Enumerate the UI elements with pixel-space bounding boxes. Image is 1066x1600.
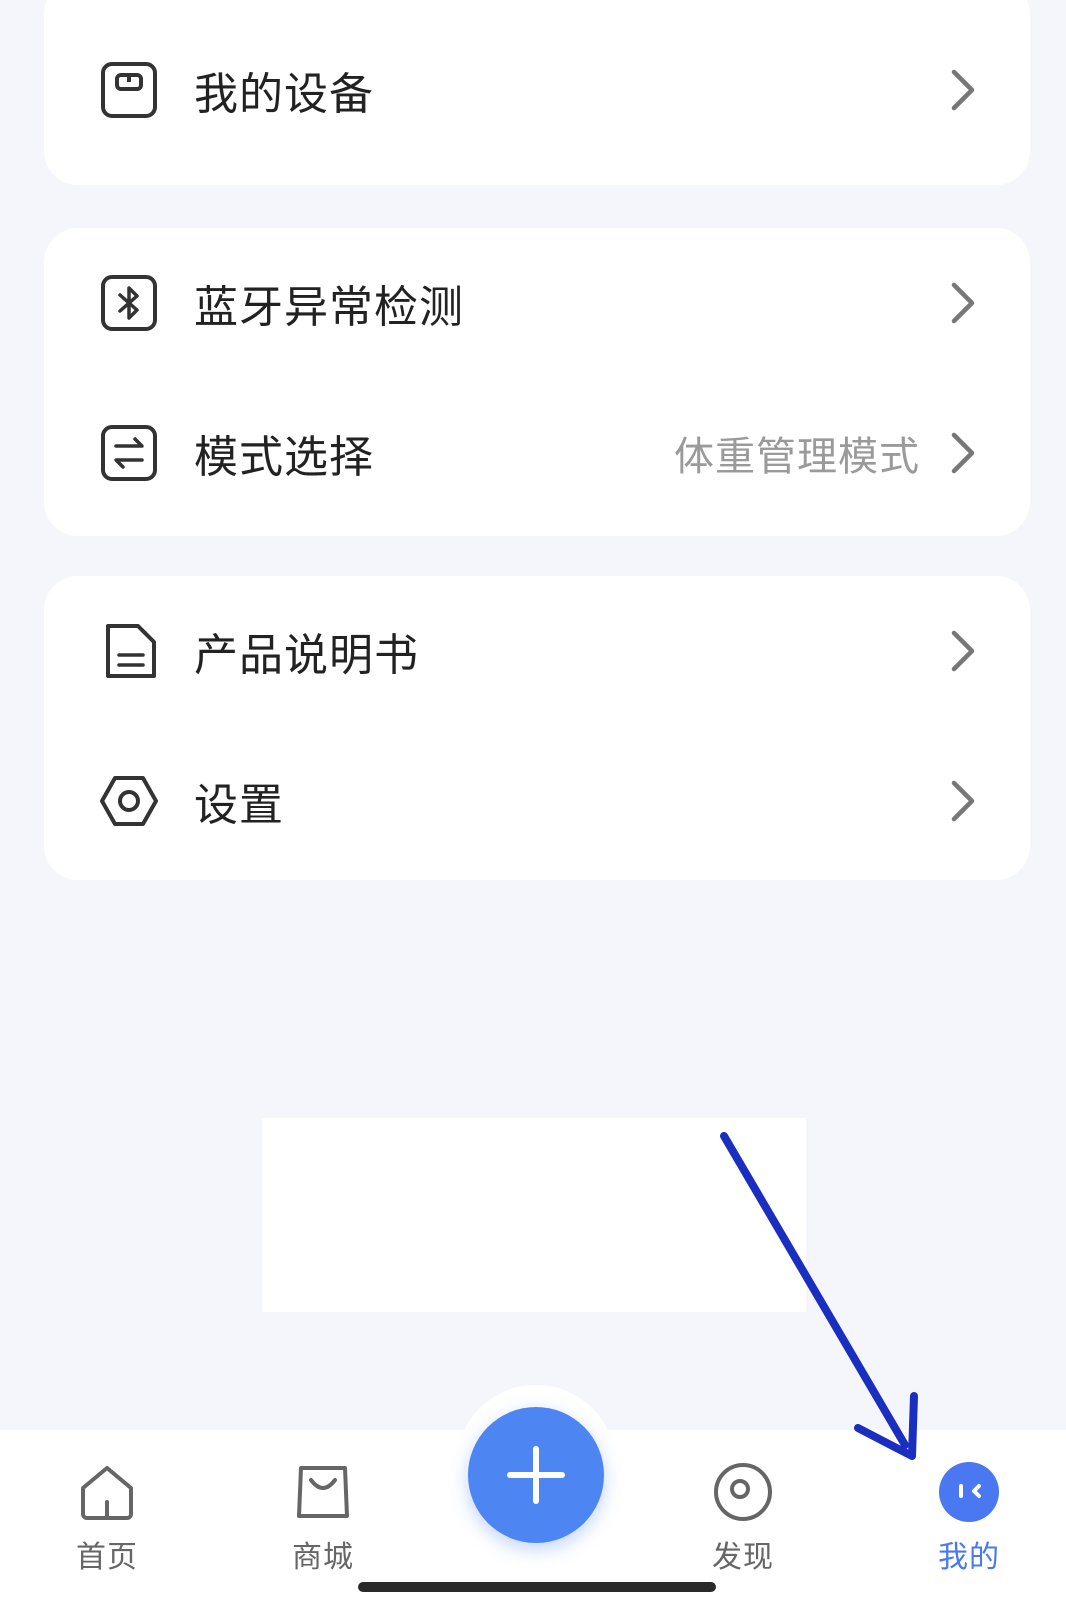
menu-label-my-devices: 我的设备	[194, 69, 374, 120]
card-general: 产品说明书 设置	[44, 576, 1030, 880]
chevron-right-icon	[946, 779, 980, 823]
banner-placeholder	[262, 1118, 806, 1312]
tab-discover[interactable]: 发现	[688, 1460, 798, 1576]
face-avatar-icon	[939, 1462, 999, 1522]
tab-mall[interactable]: 商城	[268, 1460, 378, 1576]
card-device-options: 蓝牙异常检测 模式选择 体重管理模式	[44, 228, 1030, 536]
compass-icon	[714, 1463, 772, 1521]
menu-item-mode-select[interactable]: 模式选择 体重管理模式	[44, 378, 1030, 528]
menu-item-settings[interactable]: 设置	[44, 726, 1030, 876]
document-icon	[100, 622, 158, 680]
add-button[interactable]	[468, 1407, 604, 1543]
chevron-right-icon	[946, 281, 980, 325]
bluetooth-icon	[100, 274, 158, 332]
tab-mine[interactable]: 我的	[914, 1460, 1024, 1576]
tab-home[interactable]: 首页	[52, 1460, 162, 1576]
menu-item-my-devices[interactable]: 我的设备	[44, 15, 1030, 165]
menu-label-bluetooth-check: 蓝牙异常检测	[194, 282, 464, 333]
shopping-bag-icon	[297, 1466, 349, 1518]
chevron-right-icon	[946, 629, 980, 673]
tab-label-mine: 我的	[938, 1540, 1000, 1575]
switch-arrows-icon	[100, 424, 158, 482]
chevron-right-icon	[946, 68, 980, 112]
menu-item-manual[interactable]: 产品说明书	[44, 576, 1030, 726]
tab-label-home: 首页	[76, 1540, 138, 1575]
house-icon	[81, 1466, 133, 1520]
home-indicator	[358, 1582, 716, 1592]
tab-label-mall: 商城	[292, 1540, 354, 1575]
card-devices: 我的设备	[44, 0, 1030, 185]
mode-select-value: 体重管理模式	[674, 434, 920, 480]
menu-label-settings: 设置	[194, 780, 284, 831]
tab-label-discover: 发现	[712, 1540, 774, 1575]
menu-label-mode-select: 模式选择	[194, 432, 374, 483]
menu-label-manual: 产品说明书	[194, 630, 419, 681]
scale-icon	[100, 61, 158, 119]
hexagon-gear-icon	[100, 772, 158, 830]
menu-item-bluetooth-check[interactable]: 蓝牙异常检测	[44, 228, 1030, 378]
plus-icon	[507, 1446, 565, 1504]
chevron-right-icon	[946, 431, 980, 475]
